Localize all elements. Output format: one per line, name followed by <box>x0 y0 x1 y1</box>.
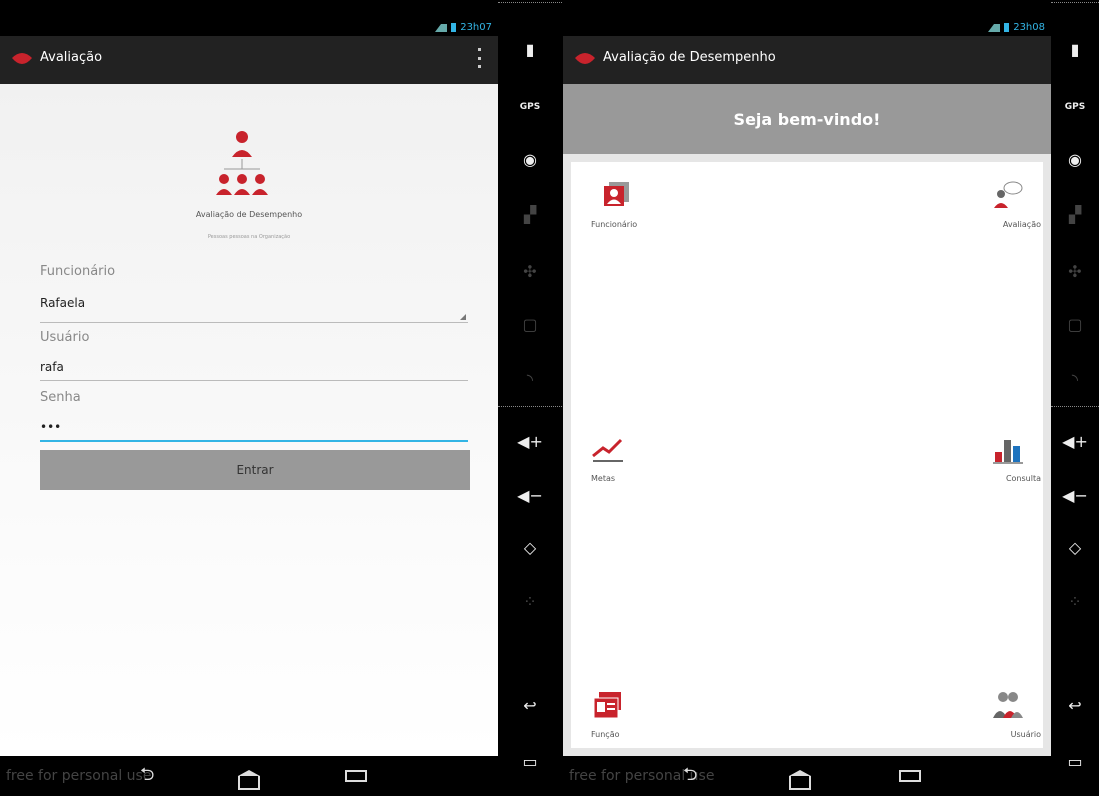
navigation-bar: free for personal use ⮌ <box>563 756 1051 796</box>
status-time: 23h07 <box>460 22 492 33</box>
goals-chart-icon <box>592 438 623 462</box>
tile-label: Função <box>591 730 620 739</box>
evaluation-icon <box>994 181 1023 208</box>
users-icon <box>993 692 1023 718</box>
tile-label: Metas <box>591 474 616 483</box>
recent-apps-icon[interactable]: ▭ <box>1051 752 1099 771</box>
action-bar: Avaliação <box>0 36 498 84</box>
watermark-text: free for personal use <box>6 768 152 784</box>
rss-icon[interactable]: ◝ <box>1051 370 1099 389</box>
action-bar: Avaliação de Desempenho <box>563 36 1051 84</box>
status-bar: 23h08 <box>563 0 1051 36</box>
emulator-controls-right: ▮ GPS ◉ ▞ ✣ ▢ ◝ ◀+ ◀− ◇ ⁘ ↩ ▭ <box>1051 0 1099 796</box>
senha-label: Senha <box>40 390 81 405</box>
volume-down-icon[interactable]: ◀− <box>498 486 562 505</box>
role-card-icon <box>593 692 621 719</box>
recent-apps-icon[interactable]: ▭ <box>498 752 562 771</box>
tile-avaliacao[interactable]: Avaliação <box>951 180 1041 240</box>
tile-label: Avaliação <box>1002 220 1041 229</box>
tile-label: Consulta <box>1005 474 1041 483</box>
entrar-button[interactable]: Entrar <box>40 450 470 490</box>
funcionario-spinner[interactable]: Rafaela <box>40 296 85 310</box>
tile-usuario[interactable]: Usuário <box>951 690 1041 750</box>
nav-recent-icon[interactable] <box>899 770 921 782</box>
id-icon[interactable]: ▢ <box>1051 315 1099 334</box>
app-title: Avaliação de Desempenho <box>603 50 776 65</box>
status-bar: 23h07 <box>0 0 498 36</box>
home-menu: Funcionário Avaliação Metas Consulta Fun… <box>563 154 1051 756</box>
volume-down-icon[interactable]: ◀− <box>1051 486 1099 505</box>
navigation-bar: free for personal use ⮌ <box>0 756 498 796</box>
phone-screen-login: 23h07 Avaliação Avaliação de Desempenho … <box>0 0 498 796</box>
volume-up-icon[interactable]: ◀+ <box>498 432 562 451</box>
camera-icon[interactable]: ◉ <box>1051 150 1099 169</box>
app-title: Avaliação <box>40 50 103 65</box>
rotate-icon[interactable]: ◇ <box>498 538 562 557</box>
app-logo-icon <box>12 53 32 64</box>
camera-icon[interactable]: ◉ <box>498 150 562 169</box>
battery-status-icon <box>1004 23 1010 32</box>
org-chart-logo-icon <box>216 131 268 195</box>
back-icon[interactable]: ↩ <box>498 696 562 715</box>
gps-icon[interactable]: GPS <box>498 102 562 112</box>
logo-title: Avaliação de Desempenho <box>195 210 303 219</box>
tile-metas[interactable]: Metas <box>591 434 681 494</box>
id-icon[interactable]: ▢ <box>498 315 562 334</box>
tile-funcao[interactable]: Função <box>591 690 681 750</box>
volume-up-icon[interactable]: ◀+ <box>1051 432 1099 451</box>
more-icon[interactable]: ⁘ <box>1051 592 1099 611</box>
employee-icon <box>604 182 629 206</box>
nav-home-icon[interactable] <box>789 770 811 790</box>
gps-icon[interactable]: GPS <box>1051 102 1099 112</box>
nav-back-icon[interactable]: ⮌ <box>140 762 154 792</box>
back-icon[interactable]: ↩ <box>1051 696 1099 715</box>
emulator-left: 23h07 Avaliação Avaliação de Desempenho … <box>0 0 562 796</box>
wifi-signal-icon <box>988 23 1001 32</box>
wifi-signal-icon <box>435 23 448 32</box>
tile-consulta[interactable]: Consulta <box>951 434 1041 494</box>
welcome-banner: Seja bem-vindo! <box>563 84 1051 154</box>
media-icon[interactable]: ▞ <box>498 205 562 224</box>
logo-subtitle: Pessoas pessoas na Organização <box>207 234 291 240</box>
overflow-menu-icon[interactable] <box>478 48 482 68</box>
usuario-label: Usuário <box>40 330 90 345</box>
nav-back-icon[interactable]: ⮌ <box>683 762 697 792</box>
rotate-icon[interactable]: ◇ <box>1051 538 1099 557</box>
usuario-input[interactable]: rafa <box>40 360 64 374</box>
dpad-icon[interactable]: ✣ <box>1051 262 1099 281</box>
tile-label: Usuário <box>1010 730 1041 739</box>
media-icon[interactable]: ▞ <box>1051 205 1099 224</box>
battery-icon[interactable]: ▮ <box>498 40 562 59</box>
battery-icon[interactable]: ▮ <box>1051 40 1099 59</box>
funcionario-label: Funcionário <box>40 264 116 279</box>
nav-recent-icon[interactable] <box>345 770 367 782</box>
status-time: 23h08 <box>1013 22 1045 33</box>
senha-input[interactable]: ••• <box>40 420 61 434</box>
emulator-right: 23h08 Avaliação de Desempenho Seja bem-v… <box>563 0 1099 796</box>
phone-screen-home: 23h08 Avaliação de Desempenho Seja bem-v… <box>563 0 1051 796</box>
login-form: Avaliação de Desempenho Pessoas pessoas … <box>0 84 498 756</box>
query-bars-icon <box>993 440 1023 464</box>
app-logo-icon <box>575 53 595 64</box>
more-icon[interactable]: ⁘ <box>498 592 562 611</box>
battery-status-icon <box>451 23 457 32</box>
tile-label: Funcionário <box>591 220 638 229</box>
emulator-controls-left: ▮ GPS ◉ ▞ ✣ ▢ ◝ ◀+ ◀− ◇ ⁘ ↩ ▭ <box>498 0 562 796</box>
spinner-arrow-icon <box>460 314 466 320</box>
dpad-icon[interactable]: ✣ <box>498 262 562 281</box>
rss-icon[interactable]: ◝ <box>498 370 562 389</box>
nav-home-icon[interactable] <box>238 770 260 790</box>
tile-funcionario[interactable]: Funcionário <box>591 180 681 240</box>
